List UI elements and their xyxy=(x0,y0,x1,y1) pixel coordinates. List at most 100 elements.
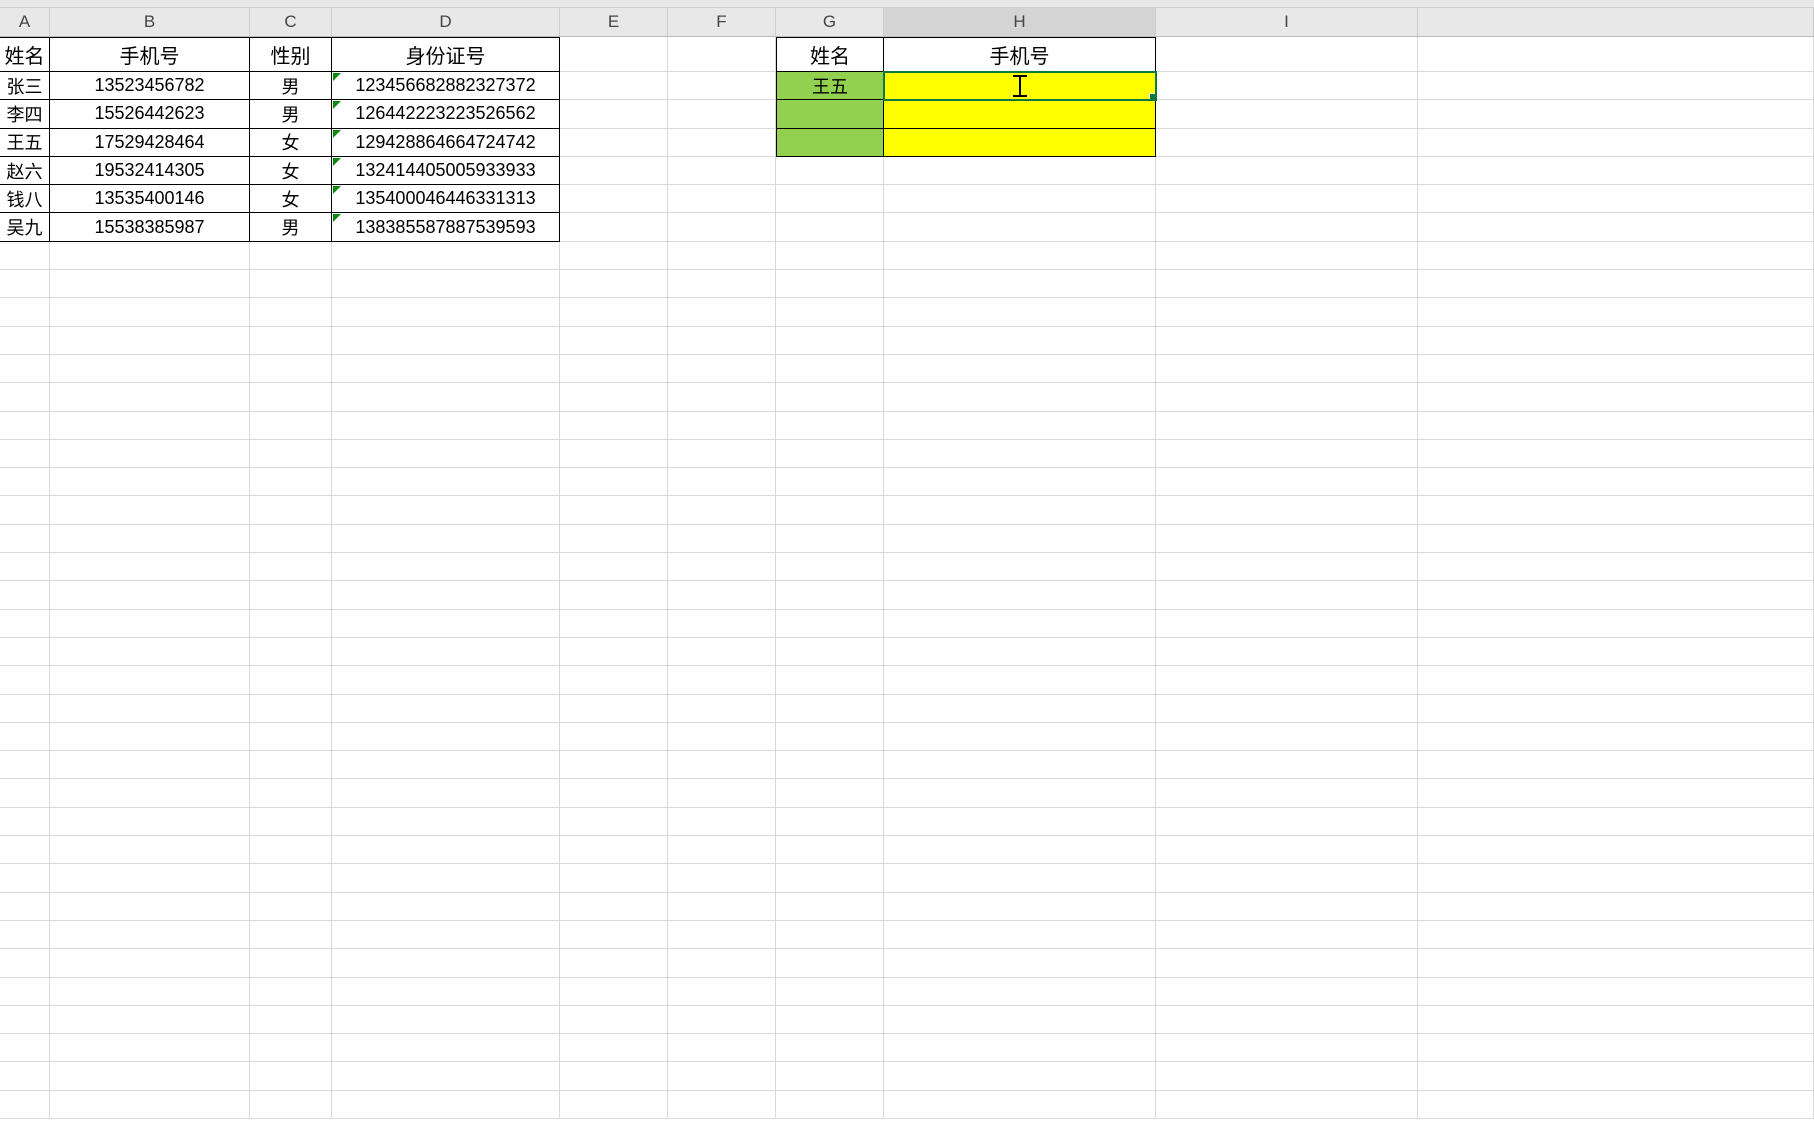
cell-B4[interactable]: 17529428464 xyxy=(50,129,250,157)
cell-F26[interactable] xyxy=(668,751,776,779)
cell-E34[interactable] xyxy=(560,978,668,1006)
cell-C18[interactable] xyxy=(250,525,332,553)
cell-A31[interactable] xyxy=(0,893,50,921)
cell-E25[interactable] xyxy=(560,723,668,751)
cell-F18[interactable] xyxy=(668,525,776,553)
cell-J13[interactable] xyxy=(1418,383,1814,411)
cell-D36[interactable] xyxy=(332,1034,560,1062)
cell-B18[interactable] xyxy=(50,525,250,553)
cell-D26[interactable] xyxy=(332,751,560,779)
cell-B1[interactable]: 手机号 xyxy=(50,37,250,72)
cell-E27[interactable] xyxy=(560,779,668,807)
cell-D25[interactable] xyxy=(332,723,560,751)
cell-H1[interactable]: 手机号 xyxy=(884,37,1156,72)
cell-E38[interactable] xyxy=(560,1091,668,1119)
cell-B14[interactable] xyxy=(50,412,250,440)
cell-D35[interactable] xyxy=(332,1006,560,1034)
cell-C7[interactable]: 男 xyxy=(250,213,332,241)
cell-A34[interactable] xyxy=(0,978,50,1006)
cell-A21[interactable] xyxy=(0,610,50,638)
cell-B25[interactable] xyxy=(50,723,250,751)
cell-D30[interactable] xyxy=(332,864,560,892)
cell-G3[interactable] xyxy=(776,100,884,128)
cell-G32[interactable] xyxy=(776,921,884,949)
cell-C13[interactable] xyxy=(250,383,332,411)
cell-J35[interactable] xyxy=(1418,1006,1814,1034)
cell-G4[interactable] xyxy=(776,129,884,157)
cell-F22[interactable] xyxy=(668,638,776,666)
cell-A28[interactable] xyxy=(0,808,50,836)
cell-J23[interactable] xyxy=(1418,666,1814,694)
cell-E23[interactable] xyxy=(560,666,668,694)
cell-I36[interactable] xyxy=(1156,1034,1418,1062)
cell-G29[interactable] xyxy=(776,836,884,864)
cell-F31[interactable] xyxy=(668,893,776,921)
cell-G22[interactable] xyxy=(776,638,884,666)
cell-F4[interactable] xyxy=(668,129,776,157)
cell-C10[interactable] xyxy=(250,298,332,326)
cell-C15[interactable] xyxy=(250,440,332,468)
cell-C9[interactable] xyxy=(250,270,332,298)
cell-G34[interactable] xyxy=(776,978,884,1006)
cell-D27[interactable] xyxy=(332,779,560,807)
cell-I29[interactable] xyxy=(1156,836,1418,864)
cell-H22[interactable] xyxy=(884,638,1156,666)
cell-D38[interactable] xyxy=(332,1091,560,1119)
cell-I24[interactable] xyxy=(1156,695,1418,723)
cell-D12[interactable] xyxy=(332,355,560,383)
cell-J16[interactable] xyxy=(1418,468,1814,496)
cell-J28[interactable] xyxy=(1418,808,1814,836)
cell-G11[interactable] xyxy=(776,327,884,355)
cell-E24[interactable] xyxy=(560,695,668,723)
cell-H33[interactable] xyxy=(884,949,1156,977)
cell-B19[interactable] xyxy=(50,553,250,581)
cell-B9[interactable] xyxy=(50,270,250,298)
cell-C30[interactable] xyxy=(250,864,332,892)
cell-F17[interactable] xyxy=(668,496,776,524)
cell-E19[interactable] xyxy=(560,553,668,581)
cell-D19[interactable] xyxy=(332,553,560,581)
cell-F14[interactable] xyxy=(668,412,776,440)
cell-D14[interactable] xyxy=(332,412,560,440)
cell-B35[interactable] xyxy=(50,1006,250,1034)
cell-A16[interactable] xyxy=(0,468,50,496)
cell-C38[interactable] xyxy=(250,1091,332,1119)
cell-B17[interactable] xyxy=(50,496,250,524)
cell-A24[interactable] xyxy=(0,695,50,723)
cell-H28[interactable] xyxy=(884,808,1156,836)
cell-G27[interactable] xyxy=(776,779,884,807)
cell-C16[interactable] xyxy=(250,468,332,496)
cell-I6[interactable] xyxy=(1156,185,1418,213)
cell-G6[interactable] xyxy=(776,185,884,213)
col-header-H[interactable]: H xyxy=(884,8,1156,36)
cell-H12[interactable] xyxy=(884,355,1156,383)
cell-D9[interactable] xyxy=(332,270,560,298)
cell-H31[interactable] xyxy=(884,893,1156,921)
cell-F21[interactable] xyxy=(668,610,776,638)
cell-H21[interactable] xyxy=(884,610,1156,638)
cell-B22[interactable] xyxy=(50,638,250,666)
cell-J18[interactable] xyxy=(1418,525,1814,553)
cell-C34[interactable] xyxy=(250,978,332,1006)
cell-I3[interactable] xyxy=(1156,100,1418,128)
cell-D18[interactable] xyxy=(332,525,560,553)
cell-I23[interactable] xyxy=(1156,666,1418,694)
cell-B16[interactable] xyxy=(50,468,250,496)
cell-C25[interactable] xyxy=(250,723,332,751)
cell-I25[interactable] xyxy=(1156,723,1418,751)
cell-A20[interactable] xyxy=(0,581,50,609)
cell-E21[interactable] xyxy=(560,610,668,638)
cell-H19[interactable] xyxy=(884,553,1156,581)
cell-F1[interactable] xyxy=(668,37,776,72)
cell-H3[interactable] xyxy=(884,100,1156,128)
cell-B3[interactable]: 15526442623 xyxy=(50,100,250,128)
cell-G37[interactable] xyxy=(776,1062,884,1090)
cell-I33[interactable] xyxy=(1156,949,1418,977)
cell-C21[interactable] xyxy=(250,610,332,638)
cell-B20[interactable] xyxy=(50,581,250,609)
cell-H38[interactable] xyxy=(884,1091,1156,1119)
cell-I16[interactable] xyxy=(1156,468,1418,496)
cell-D11[interactable] xyxy=(332,327,560,355)
cell-E37[interactable] xyxy=(560,1062,668,1090)
col-header-A[interactable]: A xyxy=(0,8,50,36)
